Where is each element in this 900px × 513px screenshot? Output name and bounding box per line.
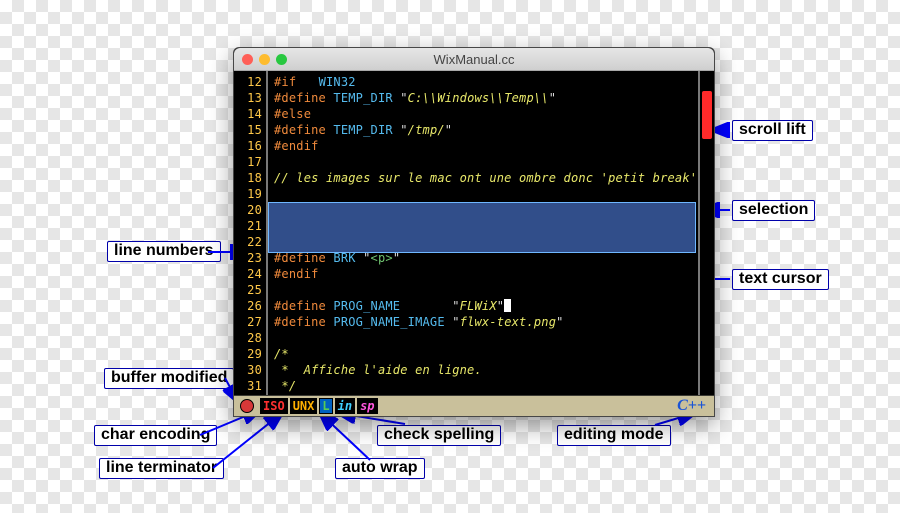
code-line[interactable]: /*: [274, 346, 714, 362]
code-line[interactable]: // les images sur le mac ont une ombre d…: [274, 170, 714, 186]
line-number: 17: [234, 154, 262, 170]
line-number: 21: [234, 218, 262, 234]
line-number: 19: [234, 186, 262, 202]
minimize-icon[interactable]: [259, 54, 270, 65]
code-line[interactable]: #endif: [274, 266, 714, 282]
code-area[interactable]: 1213141516171819202122232425262728293031…: [234, 71, 714, 395]
line-number: 20: [234, 202, 262, 218]
line-number: 12: [234, 74, 262, 90]
status-badge: in: [335, 398, 355, 414]
line-number: 26: [234, 298, 262, 314]
code-line[interactable]: #else: [274, 106, 714, 122]
code-line[interactable]: #endif: [274, 138, 714, 154]
line-number: 16: [234, 138, 262, 154]
status-badge: sp: [357, 398, 377, 414]
code-line[interactable]: #define TEMP_DIR "C:\\Windows\\Temp\\": [274, 90, 714, 106]
text-cursor: [504, 299, 511, 312]
line-number: 18: [234, 170, 262, 186]
line-number: 28: [234, 330, 262, 346]
code-line[interactable]: #define PROG_NAME_IMAGE "flwx-text.png": [274, 314, 714, 330]
text-selection: [268, 202, 696, 253]
line-number: 13: [234, 90, 262, 106]
line-number: 29: [234, 346, 262, 362]
line-number-gutter: 1213141516171819202122232425262728293031: [234, 71, 268, 395]
line-number: 22: [234, 234, 262, 250]
code-line[interactable]: [274, 282, 714, 298]
line-number: 23: [234, 250, 262, 266]
buffer-modified-indicator: [240, 399, 254, 413]
code-line[interactable]: [274, 330, 714, 346]
scroll-thumb[interactable]: [702, 91, 712, 139]
status-bar: ISOUNXLinsp C++: [234, 395, 714, 416]
line-number: 15: [234, 122, 262, 138]
titlebar[interactable]: WixManual.cc: [234, 48, 714, 71]
code-line[interactable]: * Affiche l'aide en ligne.: [274, 362, 714, 378]
status-badge: L: [319, 398, 332, 414]
window-title: WixManual.cc: [234, 52, 714, 67]
code-line[interactable]: [274, 186, 714, 202]
code-line[interactable]: */: [274, 378, 714, 394]
line-number: 27: [234, 314, 262, 330]
code-line[interactable]: #if WIN32: [274, 74, 714, 90]
line-number: 14: [234, 106, 262, 122]
editor-window: WixManual.cc 121314151617181920212223242…: [233, 47, 715, 417]
code-line[interactable]: #define PROG_NAME "FLWiX": [274, 298, 714, 314]
line-number: 25: [234, 282, 262, 298]
code-line[interactable]: [274, 154, 714, 170]
close-icon[interactable]: [242, 54, 253, 65]
status-badge: UNX: [290, 398, 318, 414]
scrollbar[interactable]: [698, 71, 714, 395]
status-badge: ISO: [260, 398, 288, 414]
line-number: 24: [234, 266, 262, 282]
code-line[interactable]: #define TEMP_DIR "/tmp/": [274, 122, 714, 138]
line-number: 31: [234, 378, 262, 394]
editing-mode-indicator: C++: [677, 397, 706, 415]
line-number: 30: [234, 362, 262, 378]
status-badges: ISOUNXLinsp: [260, 398, 378, 414]
maximize-icon[interactable]: [276, 54, 287, 65]
code-content[interactable]: #if WIN32#define TEMP_DIR "C:\\Windows\\…: [268, 71, 714, 395]
